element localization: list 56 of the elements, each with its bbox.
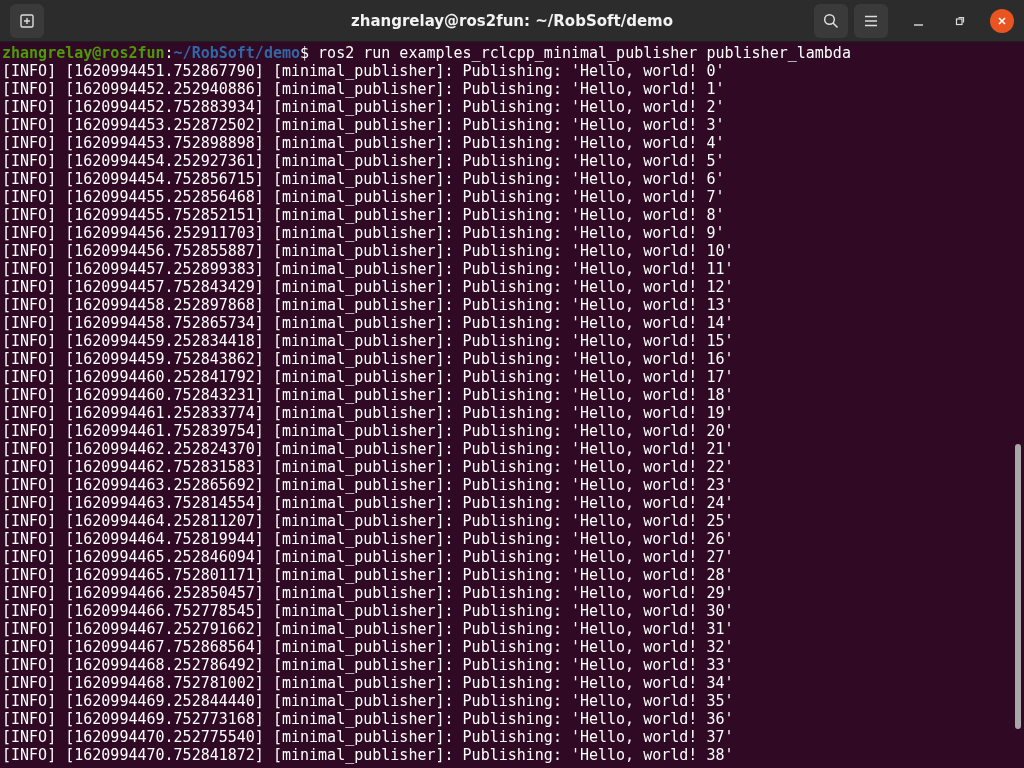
log-line: [INFO] [1620994459.752843862] [minimal_publisher]: Publishing: 'Hello, world! 16': [2, 350, 734, 368]
log-line: [INFO] [1620994467.252791662] [minimal_publisher]: Publishing: 'Hello, world! 31': [2, 620, 734, 638]
log-line: [INFO] [1620994463.252865692] [minimal_publisher]: Publishing: 'Hello, world! 23': [2, 476, 734, 494]
log-line: [INFO] [1620994469.252844440] [minimal_publisher]: Publishing: 'Hello, world! 35': [2, 692, 734, 710]
close-icon: [997, 15, 1007, 26]
log-line: [INFO] [1620994460.252841792] [minimal_publisher]: Publishing: 'Hello, world! 17': [2, 368, 734, 386]
log-line: [INFO] [1620994454.752856715] [minimal_publisher]: Publishing: 'Hello, world! 6': [2, 170, 725, 188]
log-line: [INFO] [1620994461.252833774] [minimal_publisher]: Publishing: 'Hello, world! 19': [2, 404, 734, 422]
log-line: [INFO] [1620994460.752843231] [minimal_publisher]: Publishing: 'Hello, world! 18': [2, 386, 734, 404]
command-text: ros2 run examples_rclcpp_minimal_publisher publisher_lambda: [317, 44, 851, 62]
search-icon: [823, 12, 839, 29]
prompt-user-host: zhangrelay@ros2fun: [2, 44, 165, 62]
search-button[interactable]: [814, 3, 848, 38]
log-line: [INFO] [1620994466.252850457] [minimal_publisher]: Publishing: 'Hello, world! 29': [2, 584, 734, 602]
log-line: [INFO] [1620994458.252897868] [minimal_publisher]: Publishing: 'Hello, world! 13': [2, 296, 734, 314]
log-line: [INFO] [1620994452.752883934] [minimal_publisher]: Publishing: 'Hello, world! 2': [2, 98, 725, 116]
prompt-separator: :: [164, 44, 174, 62]
prompt-path: ~/RobSoft/demo: [173, 44, 301, 62]
log-line: [INFO] [1620994470.252775540] [minimal_publisher]: Publishing: 'Hello, world! 37': [2, 728, 734, 746]
log-line: [INFO] [1620994469.752773168] [minimal_publisher]: Publishing: 'Hello, world! 36': [2, 710, 734, 728]
restore-icon: [955, 15, 965, 26]
log-line: [INFO] [1620994453.752898898] [minimal_publisher]: Publishing: 'Hello, world! 4': [2, 134, 725, 152]
menu-button[interactable]: [854, 3, 888, 38]
log-line: [INFO] [1620994464.252811207] [minimal_publisher]: Publishing: 'Hello, world! 25': [2, 512, 734, 530]
window-title: zhangrelay@ros2fun: ~/RobSoft/demo: [351, 11, 673, 30]
log-line: [INFO] [1620994451.752867790] [minimal_publisher]: Publishing: 'Hello, world! 0': [2, 62, 725, 80]
log-line: [INFO] [1620994464.752819944] [minimal_publisher]: Publishing: 'Hello, world! 26': [2, 530, 734, 548]
log-line: [INFO] [1620994463.752814554] [minimal_publisher]: Publishing: 'Hello, world! 24': [2, 494, 734, 512]
log-line: [INFO] [1620994452.252940886] [minimal_publisher]: Publishing: 'Hello, world! 1': [2, 80, 725, 98]
log-line: [INFO] [1620994470.752841872] [minimal_publisher]: Publishing: 'Hello, world! 38': [2, 746, 734, 764]
log-line: [INFO] [1620994455.252856468] [minimal_publisher]: Publishing: 'Hello, world! 7': [2, 188, 725, 206]
prompt-symbol: $: [300, 44, 310, 62]
log-line: [INFO] [1620994462.752831583] [minimal_publisher]: Publishing: 'Hello, world! 22': [2, 458, 734, 476]
new-tab-icon: [19, 12, 35, 29]
log-line: [INFO] [1620994465.752801171] [minimal_publisher]: Publishing: 'Hello, world! 28': [2, 566, 734, 584]
log-line: [INFO] [1620994453.252872502] [minimal_publisher]: Publishing: 'Hello, world! 3': [2, 116, 725, 134]
log-line: [INFO] [1620994454.252927361] [minimal_publisher]: Publishing: 'Hello, world! 5': [2, 152, 725, 170]
new-tab-button[interactable]: [10, 3, 44, 38]
menu-icon: [864, 14, 878, 27]
log-line: [INFO] [1620994461.752839754] [minimal_publisher]: Publishing: 'Hello, world! 20': [2, 422, 734, 440]
log-line: [INFO] [1620994462.252824370] [minimal_publisher]: Publishing: 'Hello, world! 21': [2, 440, 734, 458]
log-line: [INFO] [1620994459.252834418] [minimal_publisher]: Publishing: 'Hello, world! 15': [2, 332, 734, 350]
minimize-icon: [913, 23, 923, 26]
log-line: [INFO] [1620994456.752855887] [minimal_publisher]: Publishing: 'Hello, world! 10': [2, 242, 734, 260]
log-line: [INFO] [1620994465.252846094] [minimal_publisher]: Publishing: 'Hello, world! 27': [2, 548, 734, 566]
log-line: [INFO] [1620994455.752852151] [minimal_publisher]: Publishing: 'Hello, world! 8': [2, 206, 725, 224]
log-line: [INFO] [1620994467.752868564] [minimal_publisher]: Publishing: 'Hello, world! 32': [2, 638, 734, 656]
log-line: [INFO] [1620994457.252899383] [minimal_publisher]: Publishing: 'Hello, world! 11': [2, 260, 734, 278]
log-line: [INFO] [1620994466.752778545] [minimal_publisher]: Publishing: 'Hello, world! 30': [2, 602, 734, 620]
log-line: [INFO] [1620994468.252786492] [minimal_publisher]: Publishing: 'Hello, world! 33': [2, 656, 734, 674]
log-line: [INFO] [1620994458.752865734] [minimal_publisher]: Publishing: 'Hello, world! 14': [2, 314, 734, 332]
close-button[interactable]: [990, 8, 1014, 33]
log-line: [INFO] [1620994468.752781002] [minimal_publisher]: Publishing: 'Hello, world! 34': [2, 674, 734, 692]
scrollbar-thumb[interactable]: [1015, 444, 1021, 729]
log-line: [INFO] [1620994456.252911703] [minimal_publisher]: Publishing: 'Hello, world! 9': [2, 224, 725, 242]
log-line: [INFO] [1620994457.752843429] [minimal_publisher]: Publishing: 'Hello, world! 12': [2, 278, 734, 296]
